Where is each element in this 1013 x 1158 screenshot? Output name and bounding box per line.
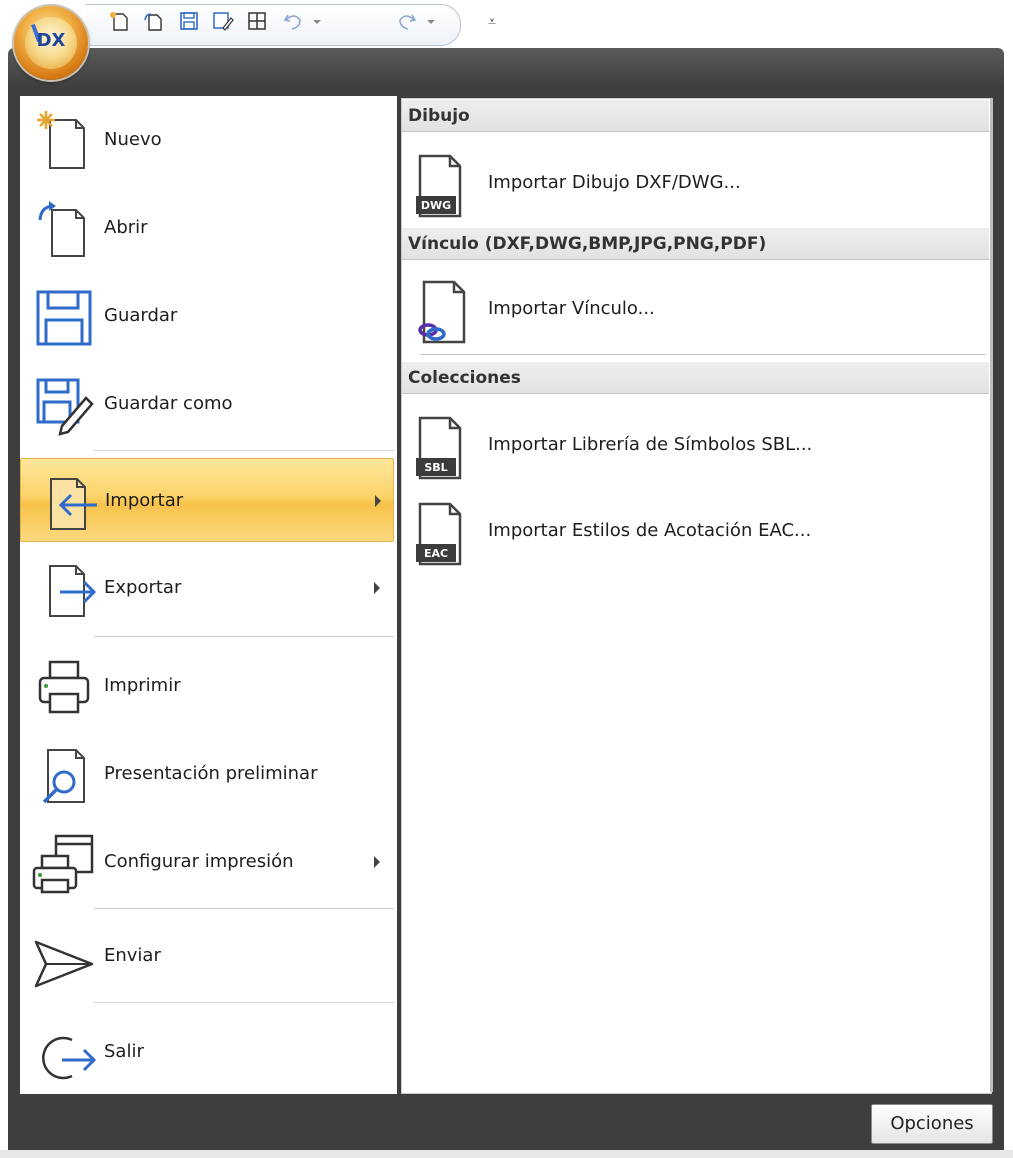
print-setup-icon xyxy=(32,834,94,894)
redo-dropdown-icon[interactable] xyxy=(420,10,442,32)
menu-item-label: Exportar xyxy=(104,577,182,598)
save-as-icon xyxy=(36,378,94,436)
menu-item-label: Importar xyxy=(105,490,184,511)
menu-item-label: Salir xyxy=(104,1041,144,1062)
submenu-item-importar-estilos[interactable]: EAC Importar Estilos de Acotación EAC... xyxy=(402,486,989,582)
submenu-item-label: Importar Dibujo DXF/DWG... xyxy=(488,172,741,193)
section-header-vinculo: Vínculo (DXF,DWG,BMP,JPG,PNG,PDF) xyxy=(402,228,989,260)
quick-access-toolbar: ⩡ xyxy=(0,0,1013,48)
submenu-item-label: Importar Estilos de Acotación EAC... xyxy=(488,520,812,541)
save-as-icon[interactable] xyxy=(212,10,234,32)
submenu-arrow-icon xyxy=(375,495,381,507)
menu-item-label: Configurar impresión xyxy=(104,851,294,872)
menu-item-label: Presentación preliminar xyxy=(104,763,318,784)
submenu-separator xyxy=(420,354,986,355)
dwg-badge: DWG xyxy=(421,199,451,212)
menu-item-nuevo[interactable]: Nuevo xyxy=(20,98,394,182)
import-icon xyxy=(50,478,97,530)
app-logo-text: DX xyxy=(36,30,66,51)
submenu-scrollbar[interactable] xyxy=(990,98,993,1092)
menu-item-label: Enviar xyxy=(104,945,161,966)
sbl-badge: SBL xyxy=(424,461,447,474)
menu-footer-bar xyxy=(8,1094,1004,1156)
eac-badge: EAC xyxy=(424,547,448,560)
menu-item-guardar[interactable]: Guardar xyxy=(20,274,394,358)
submenu-item-label: Importar Librería de Símbolos SBL... xyxy=(488,434,813,455)
options-button[interactable]: Opciones xyxy=(871,1104,993,1144)
undo-icon[interactable] xyxy=(282,10,304,32)
customize-toolbar-icon[interactable]: ⩡ xyxy=(488,14,496,30)
menu-item-importar[interactable]: Importar xyxy=(20,458,394,542)
exit-icon xyxy=(42,1036,96,1080)
export-icon xyxy=(49,565,96,617)
open-document-icon xyxy=(38,201,85,257)
menu-item-imprimir[interactable]: Imprimir xyxy=(20,644,394,728)
menu-item-label: Guardar xyxy=(104,305,178,326)
submenu-item-importar-vinculo[interactable]: Importar Vínculo... xyxy=(402,264,989,360)
submenu-item-importar-dibujo[interactable]: DWG Importar Dibujo DXF/DWG... xyxy=(402,138,989,234)
submenu-item-label: Importar Vínculo... xyxy=(488,298,655,319)
printer-icon xyxy=(38,660,90,714)
redo-icon[interactable] xyxy=(396,10,418,32)
section-header-dibujo: Dibujo xyxy=(402,100,989,132)
grid-icon[interactable] xyxy=(246,10,268,32)
section-header-colecciones: Colecciones xyxy=(402,362,989,394)
link-file-icon xyxy=(418,280,466,344)
save-icon[interactable] xyxy=(178,10,200,32)
new-icon[interactable] xyxy=(108,10,130,32)
sbl-file-icon: SBL xyxy=(416,416,462,480)
menu-item-guardar-como[interactable]: Guardar como xyxy=(20,362,394,446)
submenu-arrow-icon xyxy=(374,582,380,594)
menu-separator xyxy=(94,1002,394,1003)
menu-separator xyxy=(94,908,394,909)
send-icon xyxy=(34,940,94,988)
undo-dropdown-icon[interactable] xyxy=(306,10,328,32)
submenu-arrow-icon xyxy=(374,856,380,868)
menu-item-abrir[interactable]: Abrir xyxy=(20,186,394,270)
application-button[interactable]: DX xyxy=(14,6,88,80)
save-icon xyxy=(36,290,92,346)
menu-item-label: Nuevo xyxy=(104,129,162,150)
eac-file-icon: EAC xyxy=(416,502,462,566)
menu-item-enviar[interactable]: Enviar xyxy=(20,914,394,998)
new-document-icon xyxy=(37,111,85,169)
print-preview-icon xyxy=(42,749,85,804)
window-bottom-strip xyxy=(0,1150,1013,1158)
menu-item-salir[interactable]: Salir xyxy=(20,1010,394,1094)
dwg-file-icon: DWG xyxy=(416,154,462,218)
menu-separator xyxy=(94,450,394,451)
menu-item-label: Imprimir xyxy=(104,675,181,696)
menu-item-label: Abrir xyxy=(104,217,148,238)
menu-item-exportar[interactable]: Exportar xyxy=(20,546,394,630)
menu-item-configurar-impresion[interactable]: Configurar impresión xyxy=(20,820,394,904)
menu-item-presentacion-preliminar[interactable]: Presentación preliminar xyxy=(20,732,394,816)
open-icon[interactable] xyxy=(142,10,164,32)
menu-separator xyxy=(94,636,394,637)
submenu-item-importar-libreria[interactable]: SBL Importar Librería de Símbolos SBL... xyxy=(402,400,989,496)
menu-item-label: Guardar como xyxy=(104,393,233,414)
